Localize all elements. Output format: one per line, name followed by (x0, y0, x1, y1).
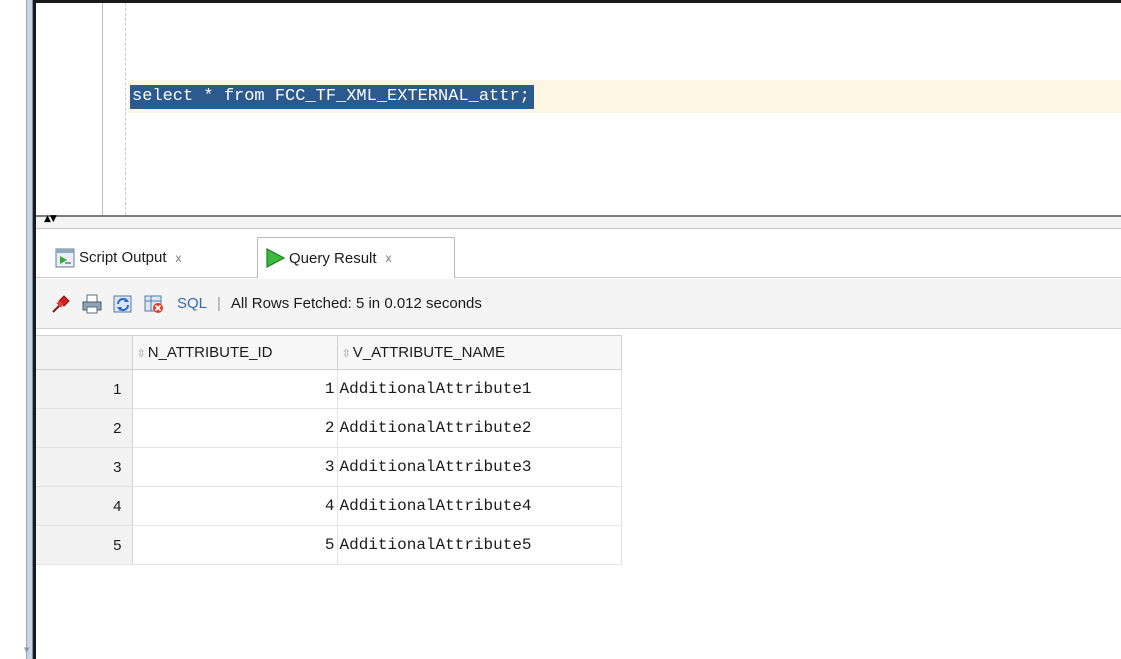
tab-query-result-label: Query Result (289, 249, 377, 267)
cell-attribute-name[interactable]: AdditionalAttribute4 (337, 486, 622, 526)
cell-attribute-name[interactable]: AdditionalAttribute1 (337, 369, 622, 409)
result-table: ⇳ N_ATTRIBUTE_ID ⇳ V_ATTRIBUTE_NAME 1 1 Ad… (36, 335, 622, 565)
cell-attribute-id[interactable]: 3 (132, 447, 338, 487)
row-number[interactable]: 4 (36, 486, 133, 526)
row-number[interactable]: 2 (36, 408, 133, 448)
editor-gutter-border (102, 3, 103, 215)
editor-fold-guide (125, 3, 126, 215)
column-header-v-attribute-name[interactable]: ⇳ V_ATTRIBUTE_NAME (336, 335, 622, 370)
refresh-icon[interactable] (112, 293, 134, 315)
table-row[interactable]: 1 1 AdditionalAttribute1 (36, 369, 622, 409)
table-row[interactable]: 2 2 AdditionalAttribute2 (36, 408, 622, 448)
tab-query-result[interactable]: Query Result x (257, 237, 455, 278)
vertical-scrollbar[interactable] (26, 0, 33, 659)
header-row: ⇳ N_ATTRIBUTE_ID ⇳ V_ATTRIBUTE_NAME (36, 335, 622, 370)
column-header-label: V_ATTRIBUTE_NAME (352, 344, 505, 361)
sort-icon[interactable]: ⇳ (137, 347, 146, 360)
output-tab-bar: Script Output x Query Result x (36, 230, 1121, 278)
cell-attribute-name[interactable]: AdditionalAttribute3 (337, 447, 622, 487)
row-number[interactable]: 3 (36, 447, 133, 487)
run-triangle-icon (264, 247, 286, 269)
result-toolbar: SQL | All Rows Fetched: 5 in 0.012 secon… (36, 279, 1121, 329)
script-output-icon (54, 247, 76, 269)
toolbar-separator: | (217, 295, 221, 312)
cell-attribute-id[interactable]: 1 (132, 369, 338, 409)
panel-splitter[interactable]: ▲▼ (36, 214, 1121, 229)
column-header-n-attribute-id[interactable]: ⇳ N_ATTRIBUTE_ID (131, 335, 338, 370)
sql-link[interactable]: SQL (177, 295, 207, 312)
column-header-label: N_ATTRIBUTE_ID (147, 344, 273, 361)
tab-script-output[interactable]: Script Output x (48, 237, 258, 278)
table-row[interactable]: 4 4 AdditionalAttribute4 (36, 486, 622, 526)
sql-statement-selected[interactable]: select * from FCC_TF_XML_EXTERNAL_attr; (130, 85, 534, 109)
pin-icon[interactable] (50, 293, 72, 315)
row-number-header (36, 335, 133, 370)
print-icon[interactable] (81, 293, 103, 315)
cell-attribute-id[interactable]: 2 (132, 408, 338, 448)
sort-icon[interactable]: ⇳ (342, 347, 351, 360)
tab-script-output-label: Script Output (79, 249, 167, 266)
cell-attribute-id[interactable]: 4 (132, 486, 338, 526)
table-row[interactable]: 5 5 AdditionalAttribute5 (36, 525, 622, 565)
row-number[interactable]: 1 (36, 369, 133, 409)
query-result-grid: ⇳ N_ATTRIBUTE_ID ⇳ V_ATTRIBUTE_NAME 1 1 Ad… (36, 330, 1121, 659)
fetch-status-text: All Rows Fetched: 5 in 0.012 seconds (230, 295, 482, 312)
cell-attribute-name[interactable]: AdditionalAttribute5 (337, 525, 622, 565)
cell-attribute-id[interactable]: 5 (132, 525, 338, 565)
tab-script-output-close-icon[interactable]: x (176, 251, 182, 265)
splitter-collapse-icon[interactable]: ▲▼ (44, 214, 57, 224)
cell-attribute-name[interactable]: AdditionalAttribute2 (337, 408, 622, 448)
row-number[interactable]: 5 (36, 525, 133, 565)
scroll-down-icon[interactable]: ▼ (24, 646, 34, 654)
clear-icon[interactable] (143, 293, 165, 315)
sql-worksheet-editor[interactable]: select * from FCC_TF_XML_EXTERNAL_attr; (36, 3, 1121, 215)
table-row[interactable]: 3 3 AdditionalAttribute3 (36, 447, 622, 487)
tab-query-result-close-icon[interactable]: x (386, 251, 392, 265)
